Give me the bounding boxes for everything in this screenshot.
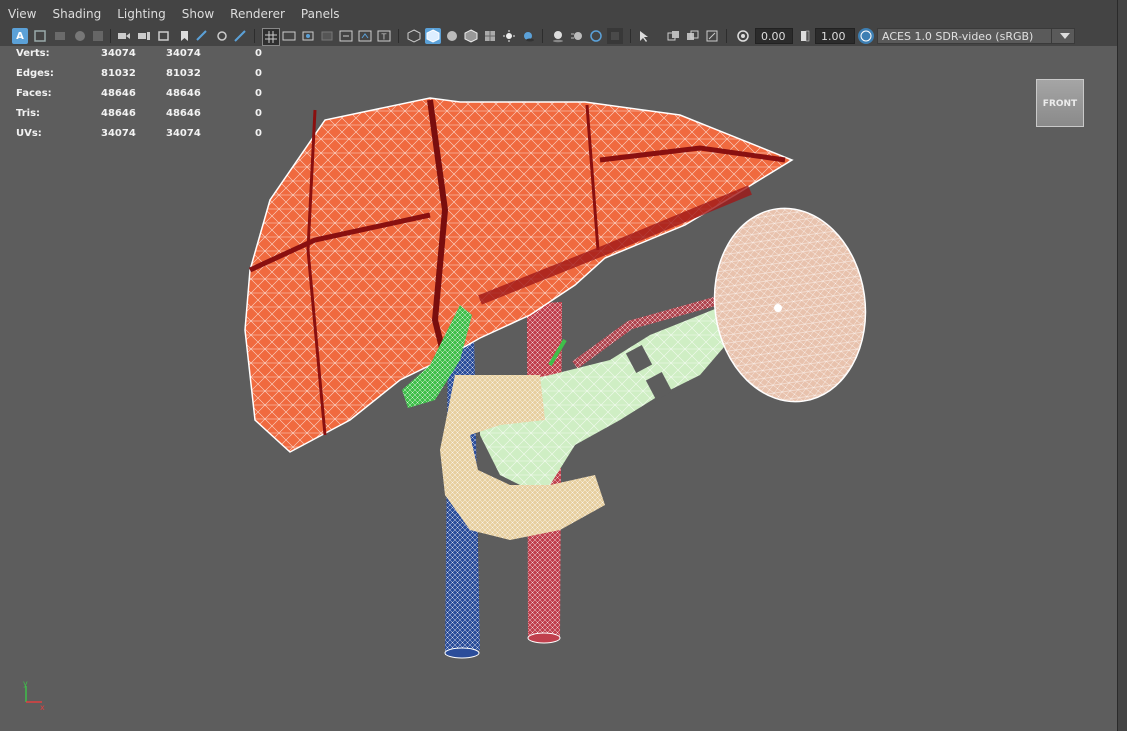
textured-icon[interactable] bbox=[482, 28, 498, 44]
safe-action-icon[interactable] bbox=[194, 28, 210, 44]
wireframe-on-shaded-icon[interactable] bbox=[463, 28, 479, 44]
panel-toolbar: A T 0.00 1.00 ACES 1.0 SDR-video (sRGB) bbox=[0, 26, 1127, 47]
viewcube-front[interactable]: FRONT bbox=[1036, 79, 1084, 127]
use-all-lights-icon[interactable] bbox=[501, 28, 517, 44]
menu-show[interactable]: Show bbox=[174, 0, 222, 26]
view-transform-value: ACES 1.0 SDR-video (sRGB) bbox=[882, 30, 1034, 43]
safe-action-icon[interactable] bbox=[357, 28, 373, 44]
menu-lighting[interactable]: Lighting bbox=[109, 0, 174, 26]
maya-viewport-panel: View Shading Lighting Show Renderer Pane… bbox=[0, 0, 1127, 731]
grid-icon[interactable] bbox=[262, 28, 280, 46]
menu-panels[interactable]: Panels bbox=[293, 0, 348, 26]
motion-blur-icon[interactable] bbox=[569, 28, 585, 44]
shadows-icon[interactable] bbox=[520, 28, 536, 44]
gate-mask-icon[interactable] bbox=[156, 28, 172, 44]
film-gate-icon[interactable] bbox=[281, 28, 297, 44]
xray-icon[interactable] bbox=[666, 28, 682, 44]
resolution-gate-icon[interactable] bbox=[300, 28, 316, 44]
field-chart-icon[interactable] bbox=[176, 28, 192, 44]
menu-shading[interactable]: Shading bbox=[44, 0, 109, 26]
film-gate-icon[interactable] bbox=[116, 28, 132, 44]
axis-y-label: y bbox=[23, 680, 28, 688]
wireframe-icon[interactable] bbox=[406, 28, 422, 44]
default-material-icon[interactable] bbox=[444, 28, 460, 44]
depth-of-field-icon[interactable] bbox=[607, 28, 623, 44]
grid-icon[interactable] bbox=[90, 28, 106, 44]
field-chart-icon[interactable] bbox=[338, 28, 354, 44]
panel-border bbox=[1117, 0, 1127, 731]
camera-attributes-icon[interactable] bbox=[32, 28, 48, 44]
smooth-shade-icon[interactable] bbox=[425, 28, 441, 44]
isolate-select-icon[interactable] bbox=[636, 28, 652, 44]
gamma-icon[interactable] bbox=[797, 28, 813, 44]
exposure-icon[interactable] bbox=[735, 28, 751, 44]
safe-title-icon[interactable]: T bbox=[376, 28, 392, 44]
chevron-down-icon bbox=[1060, 33, 1070, 39]
xray-joints-icon[interactable] bbox=[232, 28, 248, 44]
view-axis-indicator: y x bbox=[23, 680, 45, 710]
xray-joints-icon[interactable] bbox=[685, 28, 701, 44]
bookmark-icon[interactable] bbox=[52, 28, 68, 44]
screen-space-ao-icon[interactable] bbox=[550, 28, 566, 44]
gamma-field[interactable]: 1.00 bbox=[815, 28, 855, 44]
svg-text:T: T bbox=[381, 33, 387, 42]
gate-mask-icon[interactable] bbox=[319, 28, 335, 44]
xray-components-icon[interactable] bbox=[704, 28, 720, 44]
view-transform-dropdown[interactable]: ACES 1.0 SDR-video (sRGB) bbox=[877, 28, 1075, 44]
spleen bbox=[713, 207, 867, 403]
exposure-field[interactable]: 0.00 bbox=[755, 28, 793, 44]
anatomy-wireframe-model[interactable] bbox=[230, 90, 880, 660]
panel-menubar: View Shading Lighting Show Renderer Pane… bbox=[0, 0, 1127, 27]
resolution-gate-icon[interactable] bbox=[136, 28, 152, 44]
color-management-icon[interactable] bbox=[858, 28, 874, 44]
image-plane-icon[interactable] bbox=[72, 28, 88, 44]
menu-view[interactable]: View bbox=[0, 0, 44, 26]
safe-title-icon[interactable] bbox=[214, 28, 230, 44]
menu-renderer[interactable]: Renderer bbox=[222, 0, 293, 26]
select-camera-icon[interactable]: A bbox=[12, 28, 28, 44]
axis-x-label: x bbox=[40, 703, 45, 710]
antialiasing-icon[interactable] bbox=[588, 28, 604, 44]
